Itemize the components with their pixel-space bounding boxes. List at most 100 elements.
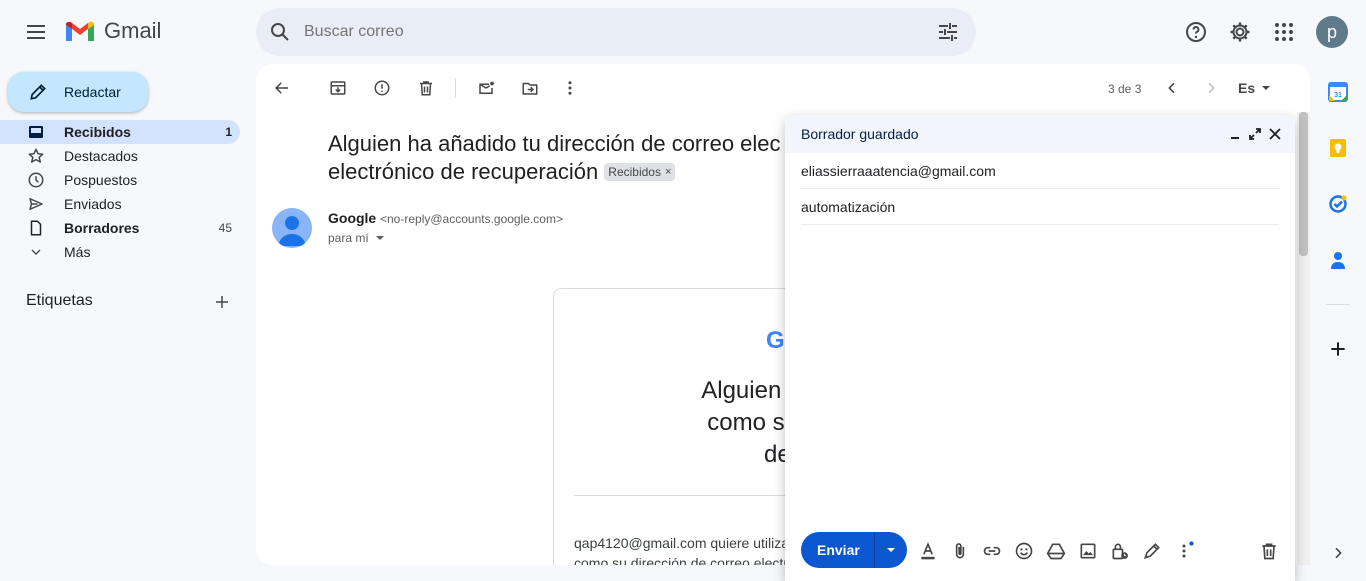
insert-photo-button[interactable]	[1076, 539, 1100, 563]
formatting-options-button[interactable]	[916, 539, 940, 563]
main-menu-button[interactable]	[16, 12, 56, 52]
sidebar-item-count: 1	[225, 125, 232, 139]
sidebar-item-starred[interactable]: Destacados	[0, 144, 240, 168]
calendar-app-button[interactable]: 31	[1326, 80, 1350, 104]
pencil-icon	[30, 84, 46, 100]
subject-field[interactable]: automatización	[801, 189, 1279, 225]
sidebar-item-label: Más	[64, 244, 91, 260]
sidebar-item-drafts[interactable]: Borradores 45	[0, 216, 240, 240]
older-button[interactable]	[1197, 76, 1225, 100]
labels-heading: Etiquetas	[26, 292, 93, 309]
move-to-button[interactable]	[516, 76, 544, 100]
compose-header[interactable]: Borrador guardado	[785, 115, 1295, 153]
send-options-button[interactable]	[874, 532, 907, 568]
caret-down-icon	[1262, 86, 1271, 90]
caret-down-icon	[887, 548, 895, 552]
sender-avatar[interactable]	[272, 208, 312, 248]
recipient-details[interactable]: para mí	[328, 231, 385, 245]
minimize-icon	[1231, 137, 1239, 139]
chevron-right-icon	[1208, 82, 1215, 94]
scrollbar-thumb[interactable]	[1299, 112, 1308, 256]
sidebar-item-label: Recibidos	[64, 124, 131, 140]
close-compose-button[interactable]	[1267, 126, 1283, 142]
keep-icon	[1330, 139, 1346, 157]
gmail-m-icon	[66, 21, 94, 41]
archive-icon	[330, 81, 346, 95]
settings-icon	[1230, 22, 1250, 42]
pagination-text: 3 de 3	[1108, 82, 1142, 96]
compose-label: Redactar	[64, 84, 121, 100]
send-icon	[29, 198, 43, 210]
sidebar-item-count: 45	[218, 221, 232, 235]
get-addons-button[interactable]	[1326, 337, 1350, 361]
search-icon[interactable]	[268, 20, 292, 44]
show-side-panel-button[interactable]	[1326, 541, 1350, 565]
send-button-group: Enviar	[801, 532, 907, 568]
insert-emoji-button[interactable]	[1012, 539, 1036, 563]
svg-text:31: 31	[1334, 92, 1342, 99]
attach-files-button[interactable]	[948, 539, 972, 563]
create-label-button[interactable]	[210, 290, 234, 314]
toolbar-divider	[455, 78, 456, 98]
sidebar-item-snoozed[interactable]: Pospuestos	[0, 168, 240, 192]
more-compose-options-button[interactable]	[1172, 539, 1196, 563]
sender-name[interactable]: Google	[328, 210, 376, 226]
search-input[interactable]	[304, 23, 904, 41]
contacts-app-button[interactable]	[1326, 248, 1350, 272]
back-button[interactable]	[268, 76, 296, 100]
sidebar-item-inbox[interactable]: Recibidos 1	[0, 120, 240, 144]
message-body-editor[interactable]	[801, 233, 1279, 523]
sidebar-item-label: Enviados	[64, 196, 122, 212]
input-tools-button[interactable]: Es	[1238, 80, 1271, 96]
tasks-icon	[1329, 195, 1347, 213]
mark-unread-button[interactable]	[472, 76, 500, 100]
fullscreen-button[interactable]	[1247, 126, 1263, 142]
help-icon	[1186, 22, 1206, 42]
account-avatar[interactable]: p	[1316, 16, 1348, 48]
email-subject: Alguien ha añadido tu dirección de corre…	[328, 130, 798, 186]
newer-button[interactable]	[1158, 76, 1186, 100]
to-recipient[interactable]: eliassierraaatencia@gmail.com	[801, 163, 996, 179]
discard-draft-button[interactable]	[1257, 539, 1281, 563]
recipient-text: para mí	[328, 231, 369, 245]
calendar-icon: 31	[1328, 82, 1348, 102]
compose-title: Borrador guardado	[801, 126, 919, 142]
google-apps-button[interactable]	[1264, 12, 1304, 52]
filter-icon[interactable]	[936, 20, 960, 44]
archive-button[interactable]	[324, 76, 352, 100]
report-spam-button[interactable]	[368, 76, 396, 100]
help-button[interactable]	[1176, 12, 1216, 52]
close-icon	[1269, 128, 1281, 140]
sidebar-item-label: Destacados	[64, 148, 138, 164]
trash-icon	[1262, 543, 1276, 560]
search-bar[interactable]	[256, 8, 976, 56]
delete-button[interactable]	[412, 76, 440, 100]
contacts-icon	[1331, 252, 1345, 269]
tasks-app-button[interactable]	[1326, 192, 1350, 216]
sidebar-item-label: Borradores	[64, 220, 140, 236]
sender-email: <no-reply@accounts.google.com>	[380, 212, 563, 226]
lock-clock-icon	[1112, 543, 1128, 560]
remove-label-icon[interactable]: ×	[665, 158, 671, 186]
plus-icon	[1331, 342, 1345, 356]
insert-link-button[interactable]	[980, 539, 1004, 563]
gmail-logo[interactable]: Gmail	[64, 18, 161, 44]
person-icon	[278, 216, 306, 246]
sidebar-item-sent[interactable]: Enviados	[0, 192, 240, 216]
apps-icon	[1275, 23, 1293, 41]
to-field[interactable]: eliassierraaatencia@gmail.com	[801, 153, 1279, 189]
more-options-button[interactable]	[556, 76, 584, 100]
sidebar-item-more[interactable]: Más	[0, 240, 240, 264]
compose-button[interactable]: Redactar	[8, 72, 148, 112]
insert-drive-file-button[interactable]	[1044, 539, 1068, 563]
label-chip[interactable]: Recibidos ×	[604, 163, 676, 181]
minimize-button[interactable]	[1227, 126, 1243, 142]
confidential-mode-button[interactable]	[1108, 539, 1132, 563]
clock-icon	[28, 172, 44, 188]
settings-button[interactable]	[1220, 12, 1260, 52]
send-button[interactable]: Enviar	[801, 532, 874, 568]
keep-app-button[interactable]	[1326, 136, 1350, 160]
insert-signature-button[interactable]	[1140, 539, 1164, 563]
label-chip-text: Recibidos	[608, 165, 661, 179]
caret-down-icon	[375, 236, 384, 240]
